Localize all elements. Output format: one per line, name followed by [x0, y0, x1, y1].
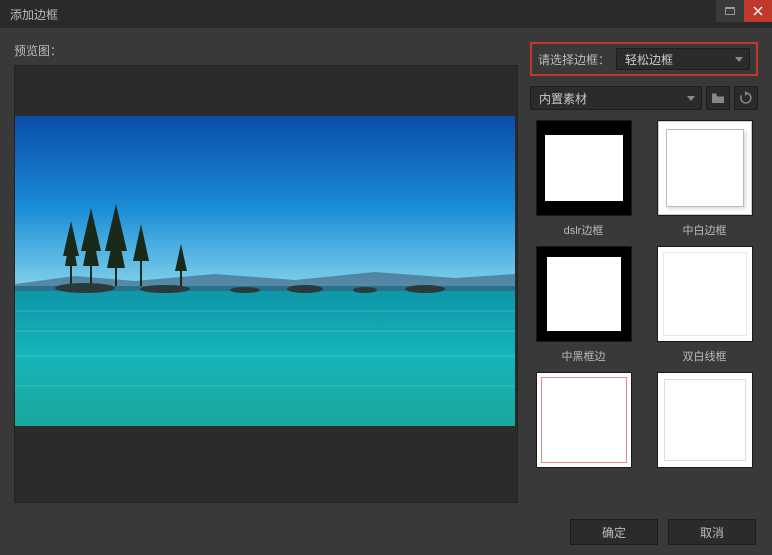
content: 预览图： — [0, 28, 772, 509]
refresh-icon — [739, 91, 753, 105]
frame-label: 中白边框 — [683, 222, 727, 236]
window-title: 添加边框 — [10, 6, 58, 23]
cancel-button[interactable]: 取消 — [668, 519, 756, 545]
source-value: 内置素材 — [539, 90, 587, 107]
frame-option-double-white[interactable]: 双白线框 — [651, 246, 758, 362]
frame-thumb — [657, 372, 753, 468]
footer: 确定 取消 — [0, 509, 772, 555]
frame-thumbnails: dslr边框 中白边框 中黑框边 双白线框 — [530, 120, 758, 503]
open-folder-button[interactable] — [706, 86, 730, 110]
close-button[interactable] — [744, 0, 772, 22]
refresh-button[interactable] — [734, 86, 758, 110]
frame-thumb — [657, 246, 753, 342]
ok-button[interactable]: 确定 — [570, 519, 658, 545]
frame-selector-value: 轻松边框 — [625, 51, 673, 68]
frame-thumb — [536, 246, 632, 342]
window-controls — [716, 0, 772, 22]
frame-thumb — [536, 372, 632, 468]
add-frame-dialog: 添加边框 预览图： — [0, 0, 772, 555]
frame-label: 中黑框边 — [562, 348, 606, 362]
frame-option-white-thin[interactable] — [651, 372, 758, 488]
frame-option-black-mid[interactable]: 中黑框边 — [530, 246, 637, 362]
frame-label: dslr边框 — [564, 222, 604, 236]
preview-label: 预览图： — [14, 42, 518, 59]
frame-selector-label: 请选择边框： — [538, 51, 610, 68]
frame-label: 双白线框 — [683, 348, 727, 362]
frame-option-white-mid[interactable]: 中白边框 — [651, 120, 758, 236]
frame-option-red-line[interactable] — [530, 372, 637, 488]
frame-selector-row: 请选择边框： 轻松边框 — [530, 42, 758, 76]
right-panel: 请选择边框： 轻松边框 内置素材 dslr边框 — [530, 42, 758, 503]
source-dropdown[interactable]: 内置素材 — [530, 86, 702, 110]
frame-option-dslr[interactable]: dslr边框 — [530, 120, 637, 236]
frame-thumb — [657, 120, 753, 216]
left-panel: 预览图： — [14, 42, 518, 503]
source-row: 内置素材 — [530, 86, 758, 110]
frame-thumb — [536, 120, 632, 216]
maximize-button[interactable] — [716, 0, 744, 22]
preview-area — [14, 65, 518, 503]
frame-selector-dropdown[interactable]: 轻松边框 — [616, 48, 750, 70]
close-icon — [753, 6, 763, 16]
folder-icon — [711, 92, 725, 104]
maximize-icon — [725, 7, 735, 15]
preview-image — [15, 116, 515, 426]
titlebar: 添加边框 — [0, 0, 772, 28]
